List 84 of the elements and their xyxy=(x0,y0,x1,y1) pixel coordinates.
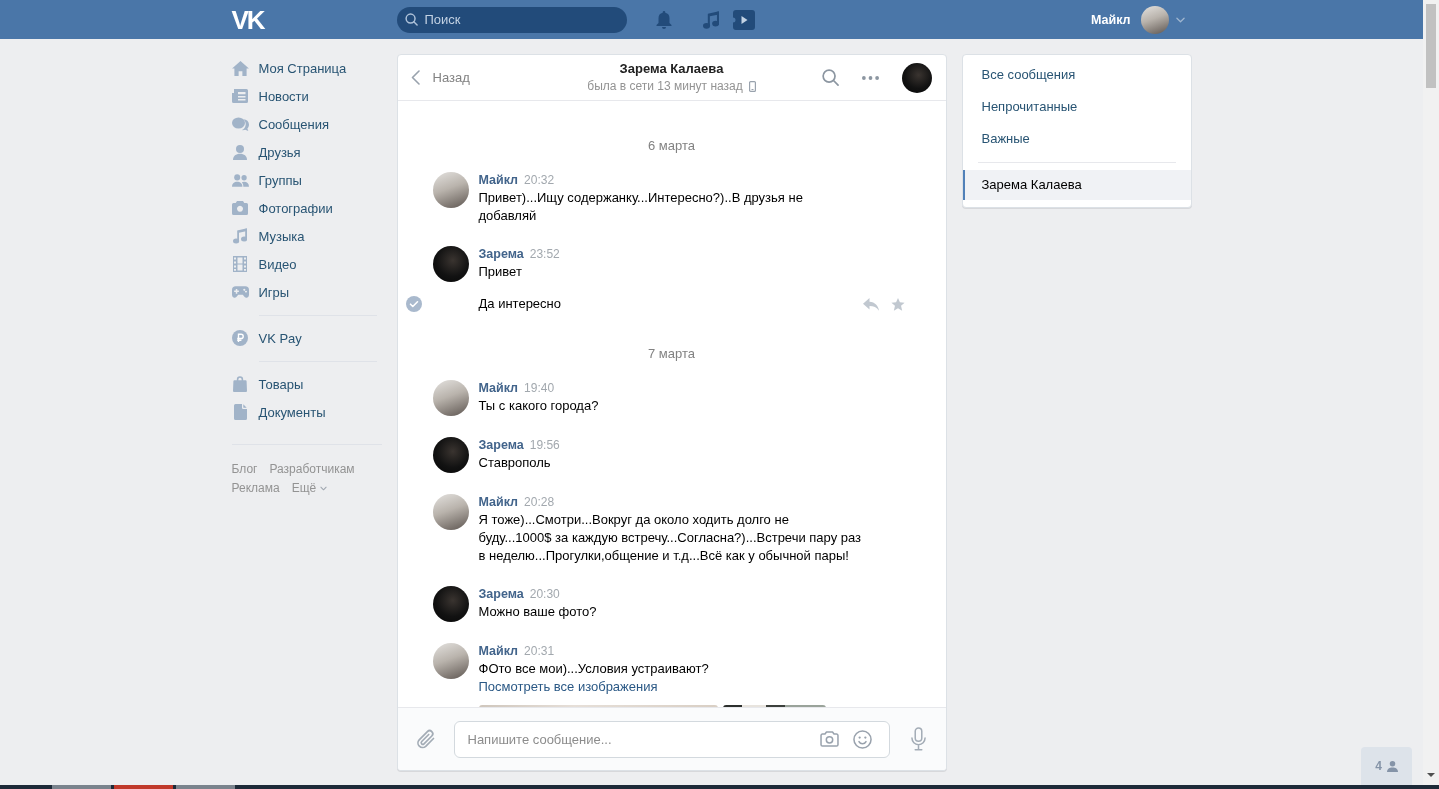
sidebar-item[interactable]: Друзья xyxy=(231,138,303,166)
user-name[interactable]: Майкл xyxy=(1090,12,1131,27)
document-icon xyxy=(233,404,247,420)
date-label: 7 марта xyxy=(648,346,695,361)
phone-icon xyxy=(748,80,756,92)
filter-item[interactable]: Важные xyxy=(981,123,1030,155)
sidebar-item[interactable]: Музыка xyxy=(231,222,307,250)
newspaper-icon xyxy=(232,89,248,103)
film-strip-icon xyxy=(233,256,247,272)
author-name[interactable]: Зарема xyxy=(478,437,524,454)
sidebar-item[interactable]: Игры xyxy=(231,278,292,306)
two-people-icon xyxy=(231,173,249,187)
message-text: Можно ваше фото? xyxy=(478,603,597,621)
message-time: 20:31 xyxy=(524,643,555,660)
smiley-icon[interactable] xyxy=(852,729,872,749)
conversation-item[interactable]: Зарема Калаева xyxy=(962,170,1191,200)
sidebar-item[interactable]: Фотографии xyxy=(231,194,335,222)
ruble-coin-icon xyxy=(232,330,248,346)
music-note-icon xyxy=(233,228,247,244)
message-time: 20:28 xyxy=(524,494,555,511)
author-name[interactable]: Майкл xyxy=(478,172,519,189)
avatar[interactable] xyxy=(432,437,469,473)
vk-logo[interactable]: VK xyxy=(231,8,264,31)
message-text: Привет)...Ищу содержанку...Интересно?)..В друзья не добавляй xyxy=(478,189,803,225)
filter-item[interactable]: Все сообщения xyxy=(981,59,1076,91)
sidebar-item[interactable]: VK Pay xyxy=(231,324,304,352)
microphone-icon[interactable] xyxy=(910,727,926,751)
search-icon[interactable] xyxy=(821,69,839,86)
music-note-icon[interactable] xyxy=(702,10,719,29)
chat-title: Зарема Калаева xyxy=(619,60,724,77)
message-time: 20:30 xyxy=(529,586,560,603)
video-play-icon[interactable] xyxy=(732,9,755,30)
check-circle-icon[interactable] xyxy=(405,296,422,312)
message-text: Ты с какого города? xyxy=(478,397,599,415)
message-time: 19:56 xyxy=(529,437,560,454)
author-name[interactable]: Зарема xyxy=(478,246,524,263)
gamepad-icon xyxy=(231,286,249,298)
star-icon[interactable] xyxy=(890,297,905,311)
person-icon xyxy=(233,144,247,160)
reply-arrow-icon[interactable] xyxy=(862,297,879,311)
search-icon xyxy=(404,13,418,26)
shopping-bag-icon xyxy=(233,376,247,392)
message-text: Ставрополь xyxy=(478,454,551,472)
message-text: Я тоже)...Смотри...Вокруг да около ходить долго не буду...1000$ за каждую встречу...Согласна?)...Встречи пару раз в неделю...Прогулки,общение и т.д...Всё как у обычной пары! xyxy=(478,511,862,565)
scrollbar[interactable] xyxy=(1423,0,1439,785)
paperclip-icon[interactable] xyxy=(415,728,436,750)
sidebar-item[interactable]: Сообщения xyxy=(231,110,332,138)
view-images-link[interactable]: Посмотреть все изображения xyxy=(478,678,658,696)
message-time: 20:32 xyxy=(524,172,555,189)
message-text: ФОто все мои)...Условия устраивают? xyxy=(478,660,709,678)
author-name[interactable]: Майкл xyxy=(478,494,519,511)
last-seen-status: была в сети 13 минут назад xyxy=(587,78,743,95)
avatar[interactable] xyxy=(901,62,932,93)
person-icon xyxy=(1386,760,1398,772)
bell-icon[interactable] xyxy=(655,10,672,29)
scrollbar-thumb[interactable] xyxy=(1426,4,1436,88)
search-field[interactable]: Поиск xyxy=(396,6,627,33)
camera-icon[interactable] xyxy=(819,731,839,747)
chevron-left-icon xyxy=(410,70,420,85)
house-icon xyxy=(231,60,249,76)
avatar[interactable] xyxy=(432,586,469,622)
author-name[interactable]: Майкл xyxy=(478,643,519,660)
message-time: 19:40 xyxy=(524,380,555,397)
sidebar-item[interactable]: Группы xyxy=(231,166,304,194)
message-text: Привет xyxy=(478,263,522,281)
more-dots-icon[interactable] xyxy=(861,75,879,80)
filter-item[interactable]: Непрочитанные xyxy=(981,91,1078,123)
speech-bubbles-icon xyxy=(231,116,249,132)
chevron-down-icon[interactable] xyxy=(1175,16,1185,23)
avatar[interactable] xyxy=(432,246,469,282)
sidebar-item[interactable]: Документы xyxy=(231,398,328,426)
camera-icon xyxy=(232,201,248,215)
author-name[interactable]: Зарема xyxy=(478,586,524,603)
date-label: 6 марта xyxy=(648,138,695,153)
message-input-field[interactable]: Напишите сообщение... xyxy=(453,720,890,758)
sidebar-item[interactable]: Моя Страница xyxy=(231,54,349,82)
sidebar-item[interactable]: Новости xyxy=(231,82,311,110)
triangle-down-icon[interactable] xyxy=(1427,773,1435,777)
sidebar-item[interactable]: Видео xyxy=(231,250,299,278)
back-button[interactable]: Назад xyxy=(410,70,470,85)
sidebar-item[interactable]: Товары xyxy=(231,370,306,398)
message-text: Да интересно xyxy=(478,295,561,313)
author-name[interactable]: Майкл xyxy=(478,380,519,397)
message-time: 23:52 xyxy=(529,246,560,263)
